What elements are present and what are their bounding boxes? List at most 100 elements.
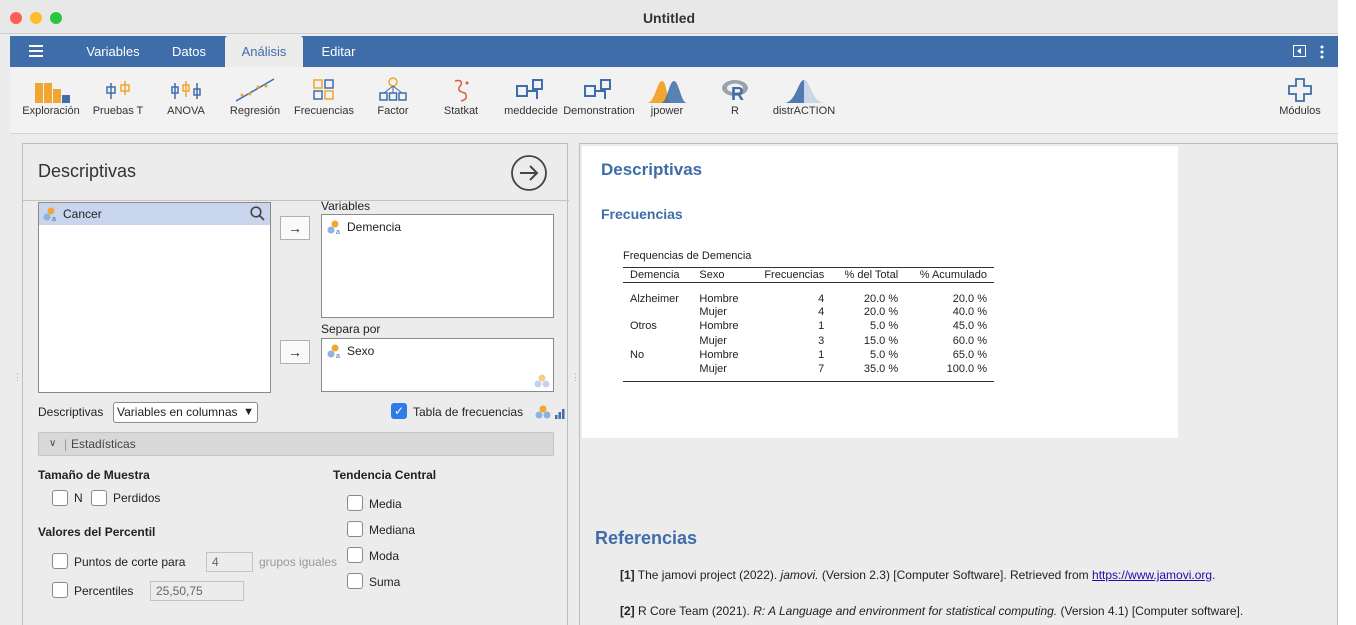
variable-name: Cancer — [63, 207, 102, 221]
run-arrow-icon[interactable] — [510, 154, 548, 195]
close-window-button[interactable] — [10, 12, 22, 24]
table-cell: 7 — [818, 362, 825, 375]
variable-name: Sexo — [347, 344, 375, 358]
source-variable-list[interactable]: a Cancer — [38, 202, 271, 393]
n-checkbox[interactable] — [52, 490, 68, 506]
table-cell: Mujer — [699, 334, 727, 347]
ref-number: [2] — [620, 604, 635, 618]
variables-target-list[interactable]: a Demencia — [321, 214, 554, 318]
split-label: Separa por — [321, 322, 381, 336]
select-value: Variables en columnas — [117, 405, 238, 419]
ref-text: R Core Team (2021). — [638, 604, 750, 618]
ribbon-r[interactable]: R R — [716, 67, 754, 129]
ribbon-pruebas-t[interactable]: Pruebas T — [88, 67, 148, 129]
percentiles-checkbox[interactable] — [52, 582, 68, 598]
ribbon-exploracion[interactable]: Exploración — [16, 67, 86, 129]
ribbon-jpower[interactable]: jpower — [642, 67, 692, 129]
descriptivas-layout-label: Descriptivas — [38, 405, 104, 419]
table-row: Mujer 3 15.0 % 60.0 % — [623, 334, 994, 349]
ribbon-frecuencias[interactable]: Frecuencias — [291, 67, 357, 129]
column-header: Sexo — [699, 268, 725, 281]
table-cell: 4 — [818, 292, 825, 305]
table-cell: Mujer — [699, 305, 727, 318]
svg-text:R: R — [731, 84, 744, 103]
split-by-target-list[interactable]: a Sexo — [321, 338, 554, 392]
table-cell: 65.0 % — [952, 349, 987, 362]
cut-points-input[interactable]: 4 — [206, 552, 253, 572]
table-cell — [623, 334, 692, 349]
ref-text: The jamovi project (2022). — [637, 568, 778, 582]
cut-points-checkbox[interactable] — [52, 553, 68, 569]
ribbon-demonstration[interactable]: Demonstration — [561, 67, 637, 129]
results-panel: Descriptivas Frecuencias Frequencias de … — [579, 143, 1338, 625]
table-cell: Hombre — [699, 292, 739, 305]
ribbon-distraction[interactable]: distrACTION — [766, 67, 842, 129]
nominal-variable-icon: a — [327, 344, 343, 360]
sum-checkbox[interactable] — [347, 573, 363, 589]
ribbon-regresion[interactable]: Regresión — [224, 67, 286, 129]
percentiles-input[interactable]: 25,50,75 — [150, 581, 244, 601]
table-cell: Otros — [630, 320, 657, 333]
frequencies-icon — [291, 67, 357, 105]
more-options-icon[interactable] — [1320, 45, 1324, 62]
analysis-ribbon: Exploración Pruebas T ANOVA Regresión Fr… — [10, 67, 1338, 134]
tab-analisis[interactable]: Análisis — [225, 36, 303, 67]
percentiles-label: Percentiles — [74, 584, 134, 598]
ref-title: R: A Language and environment for statis… — [753, 604, 1058, 618]
statistics-section-header[interactable]: ∨ | Estadísticas — [38, 432, 554, 456]
mode-checkbox[interactable] — [347, 547, 363, 563]
table-cell: 3 — [818, 334, 825, 347]
list-item[interactable]: a Cancer — [39, 203, 270, 225]
search-icon[interactable] — [250, 206, 265, 224]
table-cell: 15.0 % — [863, 334, 899, 347]
table-cell — [623, 363, 692, 382]
table-row: Otros Hombre 1 5.0 % 45.0 % — [623, 319, 994, 334]
jpower-icon — [642, 67, 692, 105]
options-title: Descriptivas — [38, 161, 137, 181]
descriptivas-layout-select[interactable]: Variables en columnas ▼ — [113, 402, 258, 423]
meddecide-icon — [501, 67, 561, 105]
missing-checkbox[interactable] — [91, 490, 107, 506]
ribbon-anova[interactable]: ANOVA — [156, 67, 216, 129]
freq-table-checkbox[interactable]: ✓ — [391, 403, 407, 419]
r-logo-icon: R — [716, 67, 754, 105]
tab-variables[interactable]: Variables — [73, 36, 153, 67]
left-resize-handle[interactable]: ⋮ — [13, 373, 22, 382]
ribbon-factor[interactable]: Factor — [365, 67, 421, 129]
section-divider: | — [64, 437, 68, 451]
central-tendency-heading: Tendencia Central — [333, 468, 437, 482]
section-title: Estadísticas — [71, 437, 136, 451]
chevron-down-icon: ▼ — [243, 406, 254, 418]
mean-checkbox[interactable] — [347, 495, 363, 511]
results-mode-icon[interactable] — [1293, 45, 1306, 60]
window-title: Untitled — [642, 10, 696, 26]
ribbon-statkat[interactable]: Statkat — [435, 67, 487, 129]
table-row: Mujer 7 35.0 % 100.0 % — [623, 363, 994, 382]
variable-name: Demencia — [347, 220, 402, 234]
options-panel: Descriptivas a Cancer → Variables a Deme… — [22, 143, 569, 625]
ref-end: . — [1212, 568, 1216, 582]
column-header: % del Total — [844, 268, 899, 281]
svg-text:a: a — [336, 353, 340, 358]
ribbon-modulos[interactable]: Módulos — [1268, 67, 1332, 129]
table-row: Mujer 4 20.0 % 40.0 % — [623, 305, 994, 320]
minimize-window-button[interactable] — [30, 12, 42, 24]
move-to-variables-button[interactable]: → — [280, 216, 310, 240]
hamburger-menu-icon[interactable] — [29, 45, 43, 57]
percentile-heading: Valores del Percentil — [38, 525, 156, 539]
move-to-split-button[interactable]: → — [280, 340, 310, 364]
jamovi-link[interactable]: https://www.jamovi.org — [1092, 568, 1212, 582]
tab-editar[interactable]: Editar — [311, 36, 366, 67]
tab-datos[interactable]: Datos — [161, 36, 217, 67]
chevron-down-icon: ∨ — [49, 438, 57, 449]
results-output[interactable]: Descriptivas Frecuencias Frequencias de … — [582, 146, 1178, 438]
zoom-window-button[interactable] — [50, 12, 62, 24]
cut-points-label: Puntos de corte para — [74, 555, 186, 569]
median-checkbox[interactable] — [347, 521, 363, 537]
ordinal-icon — [555, 407, 565, 422]
t-test-icon — [88, 67, 148, 105]
ribbon-meddecide[interactable]: meddecide — [501, 67, 561, 129]
variables-label: Variables — [321, 199, 371, 213]
table-row: Alzheimer Hombre 4 20.0 % 20.0 % — [623, 282, 994, 305]
statkat-icon — [435, 67, 487, 105]
